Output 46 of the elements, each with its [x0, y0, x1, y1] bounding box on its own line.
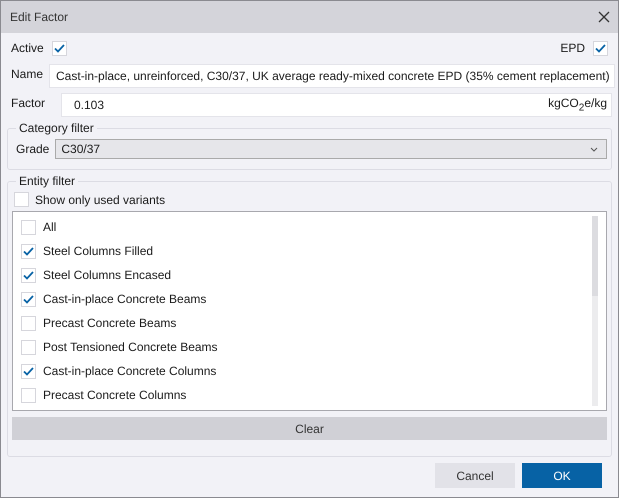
checkmark-icon — [23, 246, 34, 256]
unit-label: kgCO$_{2}$e/kg — [548, 96, 607, 114]
checkmark-icon — [23, 366, 34, 376]
factor-field[interactable]: 0.103 kgCO$_{2}$e/kg — [61, 93, 612, 117]
chevron-down-icon — [590, 146, 598, 152]
list-item-label: All — [43, 220, 56, 234]
checkmark-icon — [595, 44, 606, 52]
checkbox[interactable] — [14, 192, 29, 207]
list-item-label: Cast-in-place Concrete Beams — [43, 292, 206, 306]
group-title: Entity filter — [18, 174, 76, 188]
checkmark-icon — [54, 44, 65, 52]
active-checkbox[interactable] — [52, 40, 67, 56]
list-item-label: Steel Columns Encased — [43, 268, 172, 282]
close-icon[interactable] — [598, 11, 610, 23]
checkbox[interactable] — [21, 220, 36, 234]
epd-label: EPD — [560, 41, 585, 55]
window-title: Edit Factor — [10, 10, 68, 24]
factor-value: 0.103 — [74, 98, 104, 112]
factor-label: Factor — [11, 95, 46, 110]
checkbox[interactable] — [21, 316, 36, 330]
list-item-label: Post Tensioned Concrete Beams — [43, 340, 218, 354]
cancel-button[interactable]: Cancel — [435, 463, 515, 488]
grade-value: C30/37 — [61, 142, 100, 156]
grade-dropdown[interactable]: C30/37 — [55, 139, 607, 159]
list-item-label: Precast Concrete Beams — [43, 316, 176, 330]
name-label: Name — [11, 66, 44, 81]
ok-button[interactable]: OK — [522, 463, 602, 488]
checkbox[interactable] — [21, 268, 36, 282]
epd-checkbox[interactable] — [593, 40, 608, 56]
checkmark-icon — [23, 294, 34, 304]
checkbox[interactable] — [21, 388, 36, 402]
checkbox-label: Show only used variants — [35, 192, 166, 206]
checkbox[interactable] — [21, 244, 36, 258]
checkmark-icon — [23, 270, 34, 280]
scrollbar-thumb[interactable] — [592, 216, 598, 296]
checkbox[interactable] — [21, 292, 36, 306]
clear-button[interactable]: Clear — [12, 417, 607, 440]
list-item-label: Cast-in-place Concrete Columns — [43, 364, 216, 378]
group-title: Category filter — [18, 121, 95, 135]
grade-label: Grade — [16, 142, 50, 156]
checkbox[interactable] — [21, 364, 36, 378]
name-field[interactable]: Cast-in-place, unreinforced, C30/37, UK average ready-mixed concrete EPD (35% cement replacement) — [49, 64, 615, 88]
list-item-label: Steel Columns Filled — [43, 244, 154, 258]
checkbox[interactable] — [21, 340, 36, 354]
active-label: Active — [11, 41, 44, 55]
list-item-label: Precast Concrete Columns — [43, 388, 186, 402]
